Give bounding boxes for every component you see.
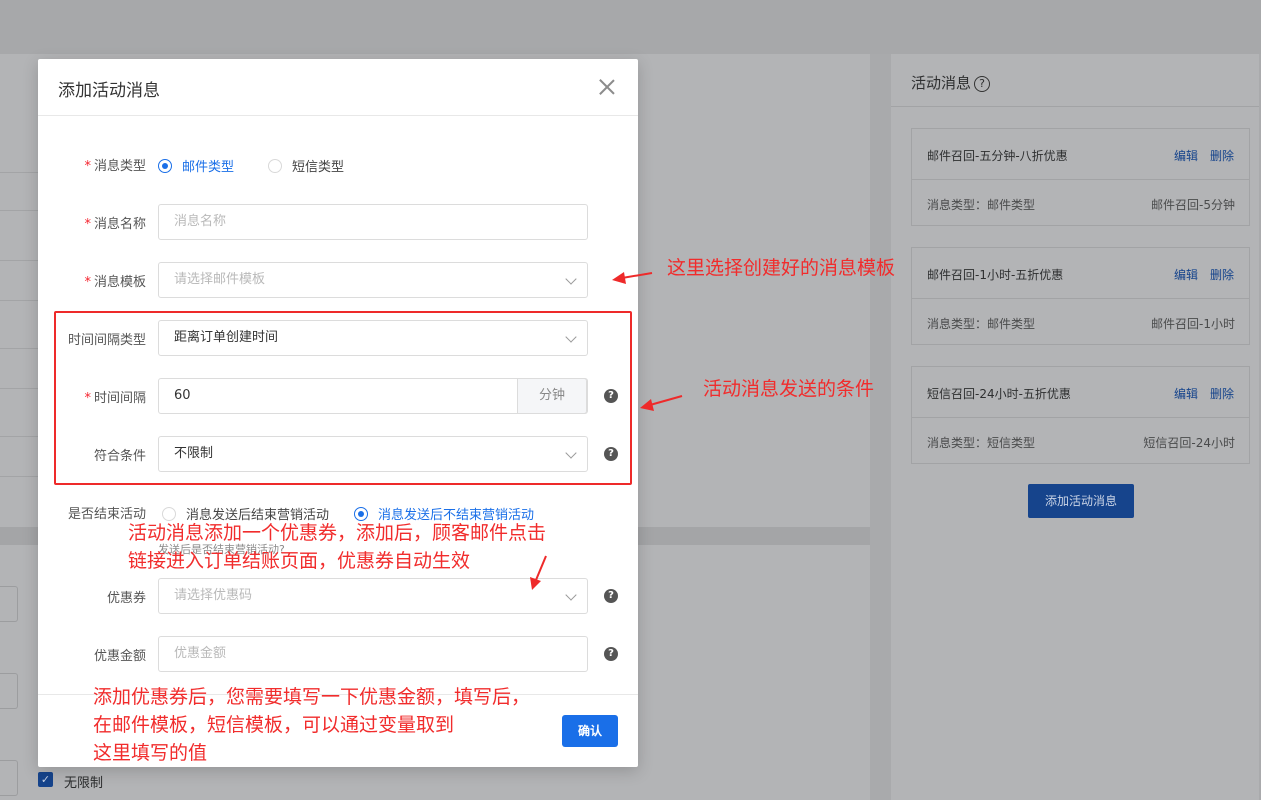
note-amount-3: 这里填写的值	[93, 742, 208, 764]
arrow-head	[612, 272, 626, 284]
arrow-template	[621, 272, 653, 279]
arrow-head	[640, 399, 654, 411]
note-coupon-1: 活动消息添加一个优惠券，添加后，顾客邮件点击	[128, 522, 547, 544]
note-amount-2: 在邮件模板，短信模板，可以通过变量取到	[93, 714, 455, 736]
note-template: 这里选择创建好的消息模板	[667, 257, 896, 279]
note-coupon-2: 链接进入订单结账页面，优惠券自动生效	[128, 550, 471, 572]
arrow-condition	[649, 395, 683, 406]
note-amount-1: 添加优惠券后，您需要填写一下优惠金额，填写后，	[93, 686, 531, 708]
arrow-coupon	[535, 555, 547, 581]
note-condition: 活动消息发送的条件	[703, 378, 875, 400]
annotation-arrows	[530, 272, 683, 590]
